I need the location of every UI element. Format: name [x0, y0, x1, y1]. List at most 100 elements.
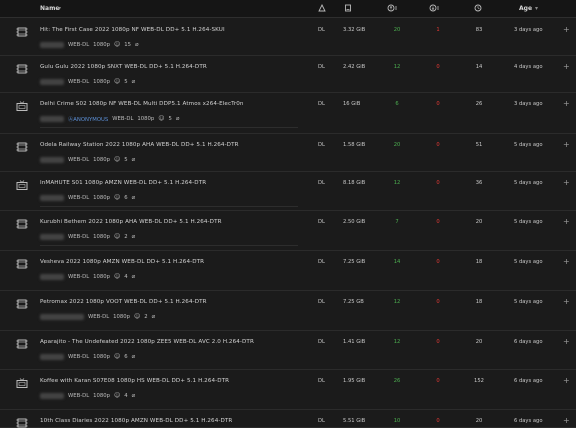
users-icon: ☺ [134, 313, 141, 320]
age-value: 6 days ago [514, 339, 543, 345]
add-download-button[interactable]: + [563, 376, 570, 385]
tv-icon [16, 378, 28, 388]
leechers-value: 0 [436, 299, 440, 305]
tv-icon [16, 180, 28, 190]
grabs-value: 20 [475, 418, 483, 424]
users-icon: ☺ [114, 78, 121, 85]
leechers-icon[interactable] [429, 4, 441, 12]
release-title[interactable]: Vesheva 2022 1080p AMZN WEB-DL DD+ 5.1 H… [40, 259, 204, 265]
seeders-value: 20 [393, 142, 401, 148]
size-value: 1.58 GiB [343, 142, 366, 148]
size-value: 1.95 GiB [343, 378, 366, 384]
add-download-button[interactable]: + [563, 217, 570, 226]
tag: WEB-DL [68, 78, 90, 85]
result-row[interactable]: Odela Railway Station 2022 1080p AHA WEB… [0, 134, 576, 172]
grabs-value: 20 [475, 219, 483, 225]
film-icon [16, 142, 28, 152]
release-title[interactable]: Hit: The First Case 2022 1080p NF WEB-DL… [40, 27, 225, 33]
result-row[interactable]: Hit: The First Case 2022 1080p NF WEB-DL… [0, 19, 576, 56]
result-row[interactable]: Kurubhi Bethem 2022 1080p AHA WEB-DL DD+… [0, 211, 576, 251]
result-row[interactable]: 10th Class Diaries 2022 1080p AMZN WEB-D… [0, 410, 576, 428]
add-download-button[interactable]: + [563, 257, 570, 266]
indexer-value: DL [318, 299, 325, 305]
tag: 15 [124, 41, 132, 48]
seeders-icon[interactable] [387, 4, 399, 12]
result-row[interactable]: Koffee with Karan S07E08 1080p HS WEB-DL… [0, 370, 576, 410]
release-tags: WEB-DL 1080p ☺ 2 ⌀ [40, 313, 155, 320]
age-value: 5 days ago [514, 299, 543, 305]
release-title[interactable]: Koffee with Karan S07E08 1080p HS WEB-DL… [40, 378, 229, 384]
users-icon: ☺ [114, 194, 121, 201]
tag: 4 [124, 392, 128, 399]
age-value: 3 days ago [514, 101, 543, 107]
group-tag: ⒶANONYMOUS [68, 116, 109, 123]
size-value: 7.25 GiB [343, 259, 366, 265]
film-icon [16, 219, 28, 229]
tag: 1080p [93, 273, 111, 280]
grabs-icon[interactable] [474, 4, 482, 12]
grabs-value: 51 [475, 142, 483, 148]
indexer-value: DL [318, 259, 325, 265]
add-download-button[interactable]: + [563, 25, 570, 34]
users-icon: ☺ [114, 233, 121, 240]
column-header-age[interactable]: Age [519, 5, 532, 12]
size-value: 3.32 GiB [343, 27, 366, 33]
release-tags: WEB-DL 1080p ☺ 6 ⌀ [40, 353, 135, 360]
add-download-button[interactable]: + [563, 337, 570, 346]
users-icon: ☺ [114, 273, 121, 280]
sort-caret-icon: ▾ [535, 5, 539, 12]
release-tags: WEB-DL 1080p ☺ 4 ⌀ [40, 273, 135, 280]
result-row[interactable]: Gulu Gulu 2022 1080p SNXT WEB-DL DD+ 5.1… [0, 56, 576, 93]
redacted-tag [40, 392, 64, 399]
release-title[interactable]: Kurubhi Bethem 2022 1080p AHA WEB-DL DD+… [40, 219, 222, 225]
indexer-value: DL [318, 64, 325, 70]
add-download-button[interactable]: + [563, 99, 570, 108]
add-download-button[interactable]: + [563, 416, 570, 425]
results-table-header: Name ▾ Age ▾ [0, 0, 576, 18]
seeders-value: 7 [395, 219, 399, 225]
seeders-value: 12 [393, 339, 401, 345]
result-row[interactable]: Vesheva 2022 1080p AMZN WEB-DL DD+ 5.1 H… [0, 251, 576, 291]
size-value: 8.18 GiB [343, 180, 366, 186]
indexer-value: DL [318, 101, 325, 107]
row-divider [40, 245, 298, 246]
size-value: 5.51 GiB [343, 418, 366, 424]
leechers-value: 0 [436, 378, 440, 384]
tag: WEB-DL [68, 156, 90, 163]
result-row[interactable]: Aparajito - The Undefeated 2022 1080p ZE… [0, 331, 576, 370]
indexer-icon[interactable] [318, 4, 326, 12]
users-icon: ☺ [114, 156, 121, 163]
release-title[interactable]: Delhi Crime S02 1080p NF WEB-DL Multi DD… [40, 101, 244, 107]
add-download-button[interactable]: + [563, 62, 570, 71]
tag: 4 [124, 273, 128, 280]
size-value: 1.41 GiB [343, 339, 366, 345]
result-row[interactable]: Petromax 2022 1080p VOOT WEB-DL DD+ 5.1 … [0, 291, 576, 331]
row-divider [40, 127, 298, 128]
size-icon[interactable] [344, 4, 352, 12]
indexer-value: DL [318, 180, 325, 186]
info-icon: ⌀ [131, 78, 136, 85]
add-download-button[interactable]: + [563, 140, 570, 149]
release-title[interactable]: Aparajito - The Undefeated 2022 1080p ZE… [40, 339, 254, 345]
release-title[interactable]: Gulu Gulu 2022 1080p SNXT WEB-DL DD+ 5.1… [40, 64, 207, 70]
age-value: 6 days ago [514, 378, 543, 384]
redacted-tag [40, 353, 64, 360]
row-divider [40, 206, 298, 207]
result-row[interactable]: Delhi Crime S02 1080p NF WEB-DL Multi DD… [0, 93, 576, 134]
indexer-value: DL [318, 378, 325, 384]
leechers-value: 0 [436, 101, 440, 107]
release-tags: WEB-DL 1080p ☺ 2 ⌀ [40, 233, 135, 240]
indexer-value: DL [318, 418, 325, 424]
release-tags: WEB-DL 1080p ☺ 15 ⌀ [40, 41, 139, 48]
grabs-value: 26 [475, 101, 483, 107]
column-header-name[interactable]: Name [40, 5, 59, 12]
release-title[interactable]: 10th Class Diaries 2022 1080p AMZN WEB-D… [40, 418, 232, 424]
leechers-value: 0 [436, 180, 440, 186]
result-row[interactable]: InMAHUTE S01 1080p AMZN WEB-DL DD+ 5.1 H… [0, 172, 576, 211]
release-title[interactable]: Petromax 2022 1080p VOOT WEB-DL DD+ 5.1 … [40, 299, 207, 305]
release-title[interactable]: InMAHUTE S01 1080p AMZN WEB-DL DD+ 5.1 H… [40, 180, 206, 186]
release-title[interactable]: Odela Railway Station 2022 1080p AHA WEB… [40, 142, 239, 148]
add-download-button[interactable]: + [563, 178, 570, 187]
add-download-button[interactable]: + [563, 297, 570, 306]
grabs-value: 36 [475, 180, 483, 186]
